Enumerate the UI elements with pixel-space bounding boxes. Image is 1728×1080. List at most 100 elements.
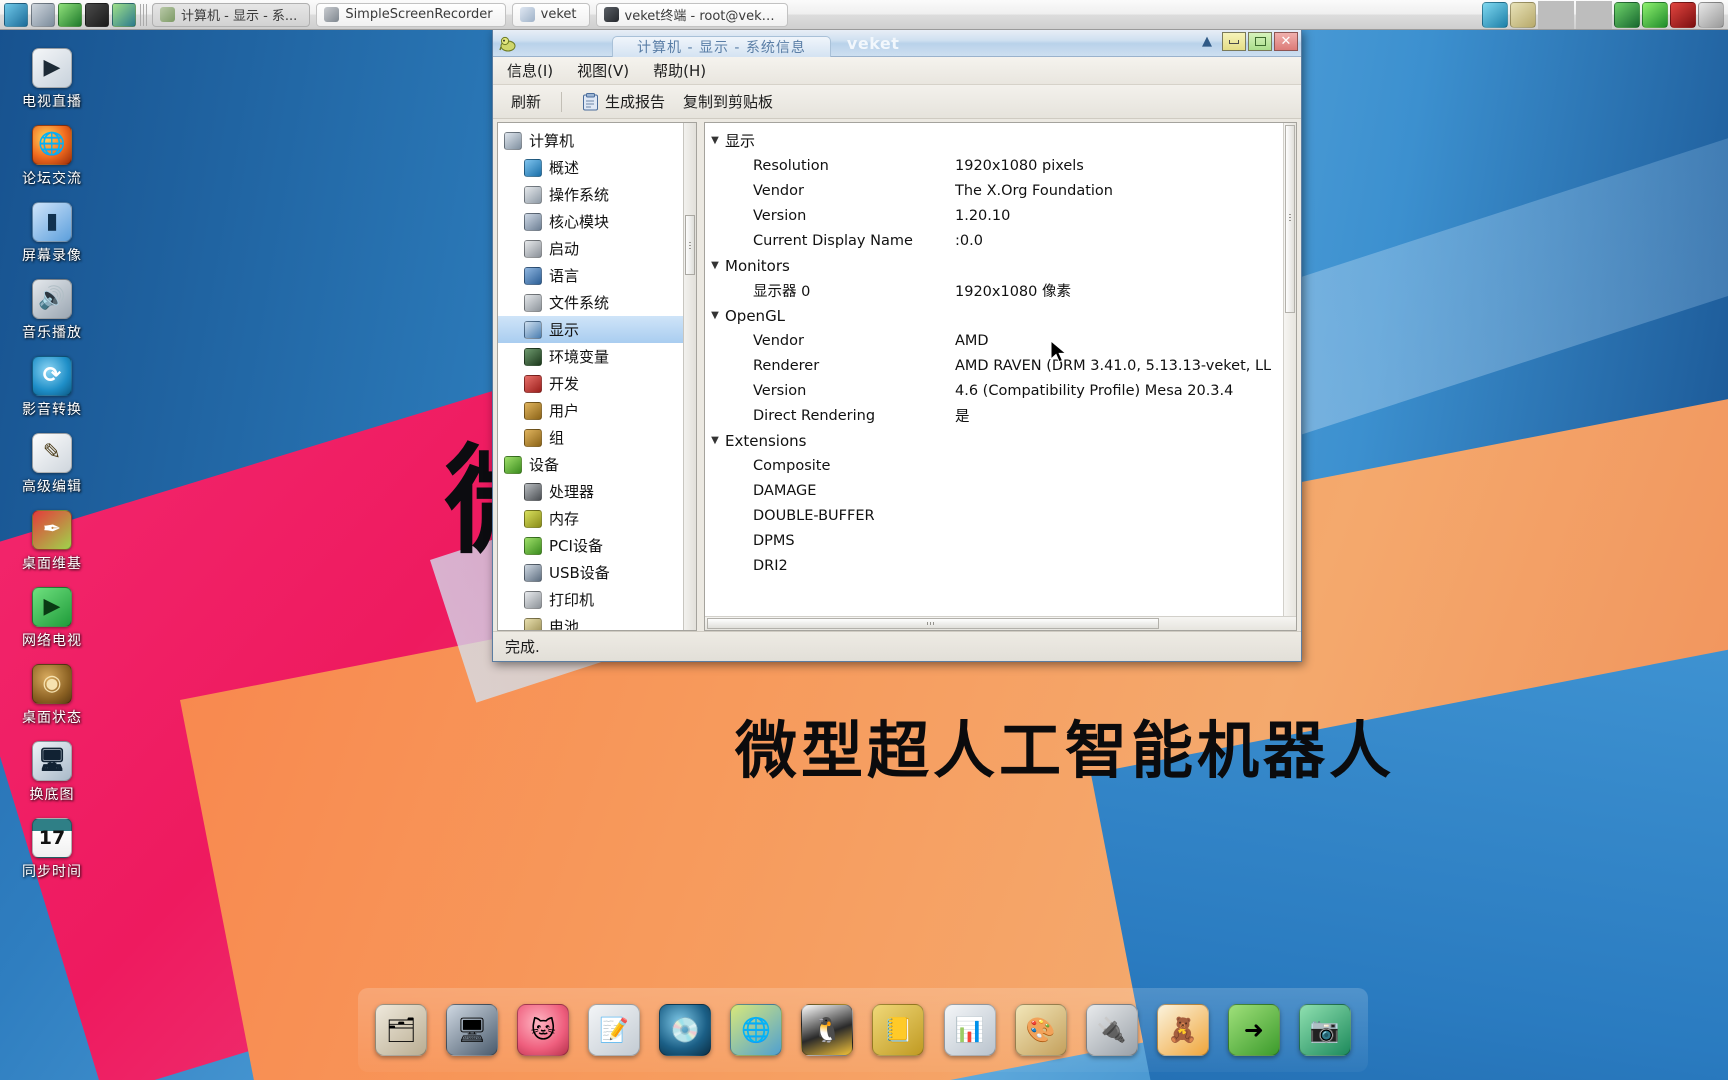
taskbar-task-3[interactable]: veket xyxy=(511,2,590,27)
minimize-button[interactable] xyxy=(1222,32,1246,51)
copy-clipboard-button[interactable]: 复制到剪贴板 xyxy=(679,89,777,114)
desktop-icon-3[interactable]: ▮ 屏幕录像 xyxy=(4,202,100,265)
desktop-icon-6[interactable]: ✎ 高级编辑 xyxy=(4,433,100,496)
printer-icon[interactable] xyxy=(1698,1,1724,28)
monitor-chart-icon[interactable] xyxy=(4,2,28,27)
detail-hscrollbar-thumb[interactable] xyxy=(707,618,1159,629)
desktop-icon-1[interactable]: ▶ 电视直播 xyxy=(4,48,100,111)
chevron-down-icon[interactable]: ▼ xyxy=(705,260,725,271)
menu-item-2[interactable]: 视图(V) xyxy=(573,58,633,83)
tree-item-1[interactable]: 计算机 xyxy=(498,127,683,154)
globe-icon[interactable] xyxy=(112,2,136,27)
users-icon[interactable] xyxy=(31,2,55,27)
chevron-down-icon[interactable]: ▼ xyxy=(705,435,725,446)
system-info-window[interactable]: 计算机 - 显示 - 系统信息 veket ▲ ✕ 信息(I) 视图(V) 帮助(H… xyxy=(492,29,1302,662)
detail-horizontal-scrollbar[interactable] xyxy=(705,616,1296,630)
tree-item-18[interactable]: 打印机 xyxy=(498,586,683,613)
memory-icon xyxy=(524,509,542,528)
window-title-tab[interactable]: 计算机 - 显示 - 系统信息 xyxy=(612,35,831,57)
category-tree-list: 计算机 概述操作系统核心模块 启动 语言 文件系统 显示 环境变量 开发 用户组设备 处理器 内存 P… xyxy=(498,123,683,630)
maximize-button[interactable] xyxy=(1248,32,1272,51)
desktop-icon-9[interactable]: ◉ 桌面状态 xyxy=(4,664,100,727)
image-icon[interactable] xyxy=(1614,1,1640,28)
taskbar-task-1[interactable]: 计算机 - 显示 - 系... xyxy=(152,2,311,27)
detail-group-1[interactable]: ▼ 显示 xyxy=(705,128,1283,153)
window-titlebar[interactable]: 计算机 - 显示 - 系统信息 veket ▲ ✕ xyxy=(493,30,1301,57)
tree-item-12[interactable]: 组 xyxy=(498,424,683,451)
tree-item-17[interactable]: USB设备 xyxy=(498,559,683,586)
desktop-icon-5[interactable]: ⟳ 影音转换 xyxy=(4,356,100,419)
tree-item-label: 操作系统 xyxy=(549,186,610,204)
power-icon[interactable] xyxy=(1670,1,1696,28)
tree-item-19[interactable]: 电池 xyxy=(498,613,683,630)
desktop-icon-10[interactable]: 🖥 换底图 xyxy=(4,741,100,804)
menu-item-3[interactable]: 帮助(H) xyxy=(649,58,710,83)
refresh-button[interactable]: 刷新 xyxy=(507,89,545,114)
tree-item-16[interactable]: PCI设备 xyxy=(498,532,683,559)
taskbar-task-2[interactable]: SimpleScreenRecorder xyxy=(316,2,506,27)
desktop-icon-8[interactable]: ▶ 网络电视 xyxy=(4,587,100,650)
tree-vertical-scrollbar[interactable] xyxy=(683,123,696,630)
tree-item-4[interactable]: 核心模块 xyxy=(498,208,683,235)
clipboard-icon[interactable] xyxy=(1510,1,1536,28)
recorder-icon xyxy=(324,7,340,22)
dev-icon xyxy=(524,374,542,393)
dock-item-14[interactable]: 📷 xyxy=(1294,999,1356,1061)
menu-item-1[interactable]: 信息(I) xyxy=(503,58,557,83)
tree-item-5[interactable]: 启动 xyxy=(498,235,683,262)
dock-item-11[interactable]: 🔌 xyxy=(1081,999,1143,1061)
chevron-down-icon[interactable]: ▼ xyxy=(705,135,725,146)
tree-item-2[interactable]: 概述 xyxy=(498,154,683,181)
generate-report-label: 生成报告 xyxy=(605,93,666,111)
dock-item-8[interactable]: 📒 xyxy=(867,999,929,1061)
dock-item-5[interactable]: 💿 xyxy=(654,999,716,1061)
desktop-icon-4[interactable]: 🔊 音乐播放 xyxy=(4,279,100,342)
tree-item-10[interactable]: 开发 xyxy=(498,370,683,397)
detail-group-6[interactable]: ▼ Monitors xyxy=(705,253,1283,278)
tree-item-14[interactable]: 处理器 xyxy=(498,478,683,505)
tree-item-3[interactable]: 操作系统 xyxy=(498,181,683,208)
taskbar-grip-handle[interactable] xyxy=(140,3,148,26)
chevron-down-icon[interactable]: ▼ xyxy=(705,310,725,321)
desktop-icon-11[interactable]: 17 同步时间 xyxy=(4,818,100,881)
dock-item-6[interactable]: 🌐 xyxy=(725,999,787,1061)
dock-item-9[interactable]: 📊 xyxy=(939,999,1001,1061)
dock-item-13[interactable]: ➜ xyxy=(1223,999,1285,1061)
tree-item-7[interactable]: 文件系统 xyxy=(498,289,683,316)
tree-item-11[interactable]: 用户 xyxy=(498,397,683,424)
dock-item-1[interactable]: 🗂 xyxy=(370,999,432,1061)
detail-vscrollbar-thumb[interactable] xyxy=(1285,125,1295,313)
dock-item-10[interactable]: 🎨 xyxy=(1010,999,1072,1061)
music-player-icon: 🔊 xyxy=(32,279,72,319)
desktop-icon-7[interactable]: ✒ 桌面维基 xyxy=(4,510,100,573)
dock-item-3[interactable]: 🐱 xyxy=(512,999,574,1061)
tree-item-6[interactable]: 语言 xyxy=(498,262,683,289)
close-button[interactable]: ✕ xyxy=(1274,32,1298,51)
detail-row-4: Version 1.20.10 xyxy=(705,203,1283,228)
scissors-monitor-icon[interactable] xyxy=(1482,1,1508,28)
detail-panel[interactable]: ▼ 显示 Resolution 1920x1080 pixels Vendor The X… xyxy=(704,122,1297,631)
battery-icon[interactable] xyxy=(1642,1,1668,28)
dock-item-4[interactable]: 📝 xyxy=(583,999,645,1061)
tree-scrollbar-thumb[interactable] xyxy=(685,215,695,275)
dock-item-2[interactable]: 🖥 xyxy=(441,999,503,1061)
terminal-icon[interactable] xyxy=(85,2,109,27)
generate-report-button[interactable]: 生成报告 xyxy=(578,89,669,114)
shade-arrow-icon[interactable]: ▲ xyxy=(1202,34,1212,49)
desktop-icon-2[interactable]: 🌐 论坛交流 xyxy=(4,125,100,188)
detail-group-13[interactable]: ▼ Extensions xyxy=(705,428,1283,453)
tree-item-8[interactable]: 显示 xyxy=(498,316,683,343)
detail-vertical-scrollbar[interactable] xyxy=(1283,123,1296,616)
detail-group-8[interactable]: ▼ OpenGL xyxy=(705,303,1283,328)
window-toolbar: 刷新 生成报告 复制到剪贴板 xyxy=(493,85,1301,119)
application-dock[interactable]: 🗂 🖥 🐱 📝 💿 🌐 🐧 📒 📊 🎨 🔌 🧸 ➜ 📷 xyxy=(358,988,1368,1072)
tree-item-13[interactable]: 设备 xyxy=(498,451,683,478)
tree-item-9[interactable]: 环境变量 xyxy=(498,343,683,370)
tree-item-15[interactable]: 内存 xyxy=(498,505,683,532)
tray-gap-1 xyxy=(1538,0,1574,29)
dock-item-7[interactable]: 🐧 xyxy=(796,999,858,1061)
green-diamond-icon[interactable] xyxy=(58,2,82,27)
dock-item-12[interactable]: 🧸 xyxy=(1152,999,1214,1061)
category-tree-panel[interactable]: 计算机 概述操作系统核心模块 启动 语言 文件系统 显示 环境变量 开发 用户组设备 处理器 内存 P… xyxy=(497,122,697,631)
taskbar-task-4[interactable]: veket终端 - root@vek… xyxy=(595,2,788,27)
